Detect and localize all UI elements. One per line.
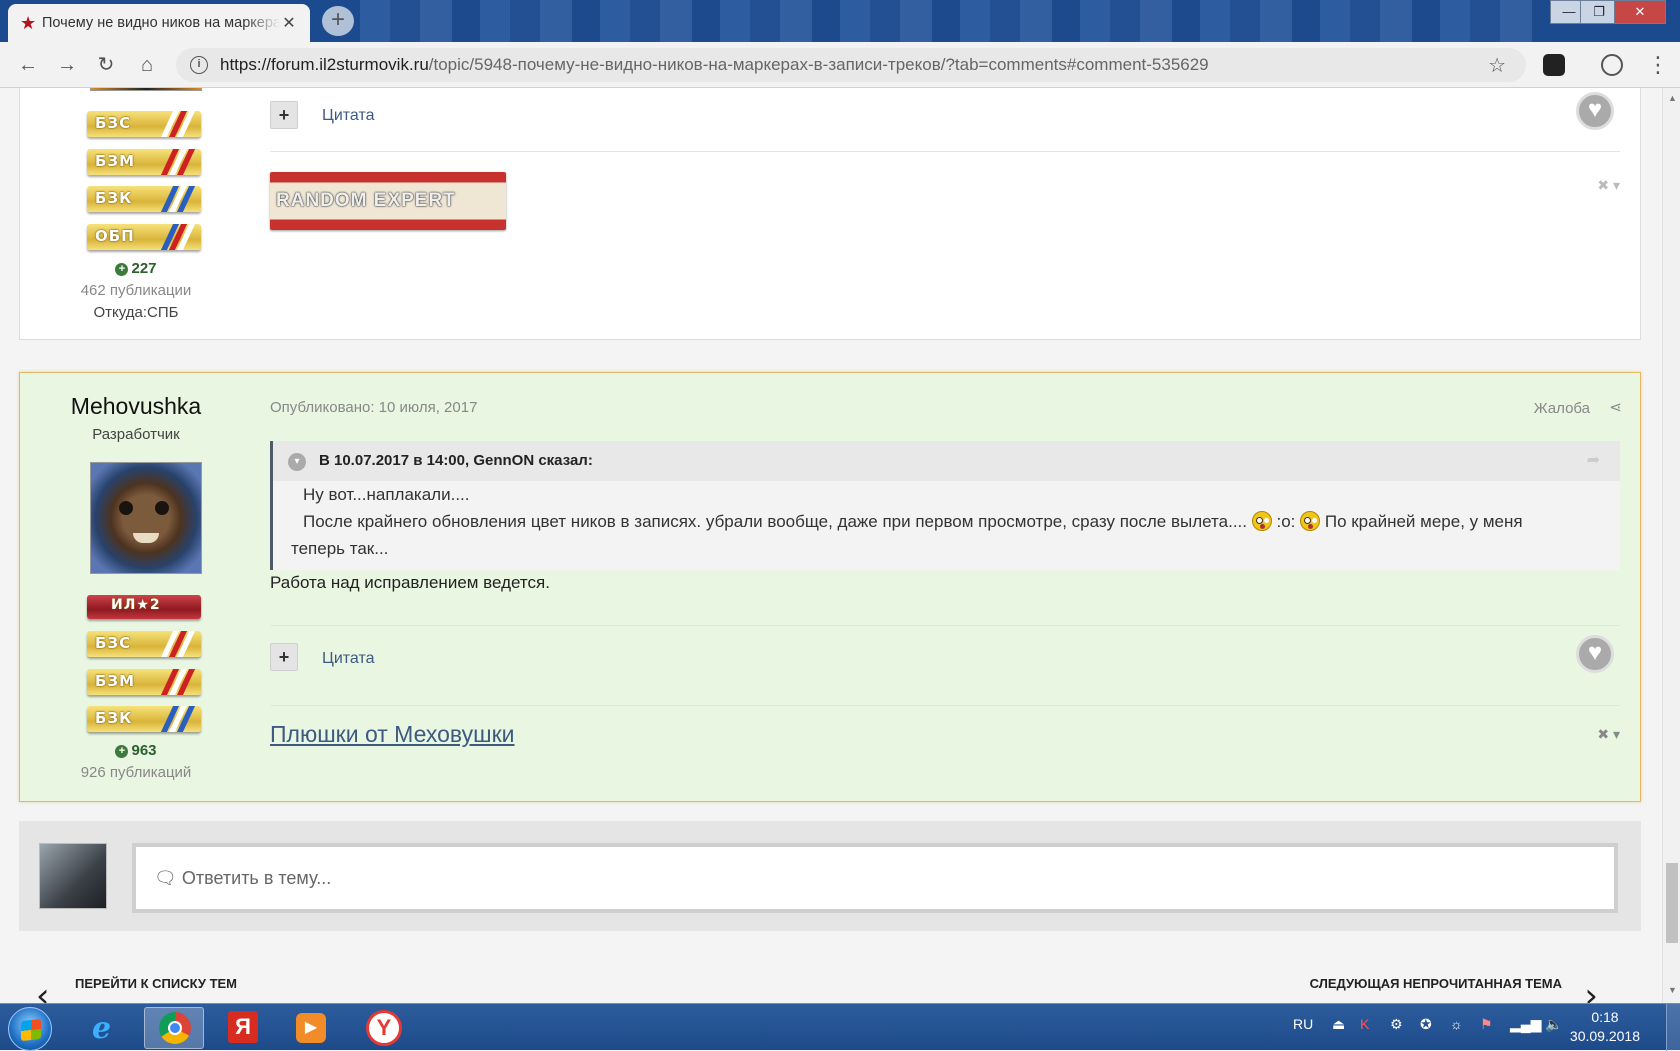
post-body: + Цитата ♥ RANDOM EXPERT ✖ ▾ <box>270 88 1620 341</box>
windows-taskbar: e Я ▶ Y RU ⏏ K ⚙ ✪ ☼ ⚑ ▂▄▆ 🔈 0:18 30.09.… <box>0 1003 1680 1051</box>
steam-tray-icon[interactable]: ⚙ <box>1390 1016 1403 1033</box>
award-ribbon: БЗМ <box>87 669 201 695</box>
show-desktop-button[interactable] <box>1666 1004 1680 1051</box>
chrome-icon[interactable] <box>144 1007 204 1049</box>
tray-icon[interactable]: ☼ <box>1450 1016 1463 1032</box>
scrollbar-thumb[interactable] <box>1666 863 1678 943</box>
plus-circle-icon: + <box>115 263 129 276</box>
avatar-partial <box>90 88 202 91</box>
signature-banner-text: RANDOM EXPERT <box>276 190 456 211</box>
back-arrow-icon[interactable]: ← <box>14 51 42 79</box>
award-ribbon: БЗМ <box>87 149 201 175</box>
forward-arrow-icon[interactable]: → <box>53 51 81 79</box>
browser-tab[interactable]: ★ Почему не видно ников на маркерах в за… <box>8 4 310 42</box>
quote-link[interactable]: Цитата <box>322 650 375 668</box>
author-role: Разработчик <box>92 426 180 443</box>
forum-post-highlighted: Mehovushka Разработчик ИЛ★2 БЗС БЗМ БЗК … <box>19 372 1641 802</box>
signature-link[interactable]: Плюшки от Меховушки <box>270 721 514 748</box>
award-ribbon: ИЛ★2 <box>87 595 201 619</box>
author-avatar[interactable] <box>90 462 202 574</box>
reload-icon[interactable]: ↻ <box>92 51 120 79</box>
multiquote-plus-button[interactable]: + <box>270 101 298 129</box>
window-close-button[interactable]: ✕ <box>1614 0 1666 24</box>
profile-icon[interactable] <box>1601 54 1623 76</box>
award-ribbon: БЗК <box>87 706 201 732</box>
maximize-button[interactable]: ❐ <box>1580 0 1618 24</box>
volume-icon[interactable]: 🔈 <box>1545 1016 1562 1033</box>
current-user-avatar <box>39 843 107 909</box>
bookmark-star-icon[interactable]: ☆ <box>1488 53 1506 78</box>
forum-post-previous: БЗС БЗМ БЗК ОБП +227 462 публикации Отку… <box>19 88 1641 340</box>
yandex-icon[interactable]: Y <box>352 1007 412 1049</box>
url-text[interactable]: https://forum.il2sturmovik.ru/topic/5948… <box>220 55 1209 75</box>
internet-explorer-icon[interactable]: e <box>76 1007 136 1049</box>
reply-input[interactable]: 🗨 Ответить в тему... <box>132 843 1618 913</box>
user-location: Откуда:СПБ <box>93 304 179 321</box>
start-button[interactable] <box>8 1007 52 1051</box>
signature-banner: RANDOM EXPERT <box>270 172 506 230</box>
url-path: /topic/5948-почему-не-видно-ников-на-мар… <box>428 55 1209 74</box>
next-unread-topic-link[interactable]: СЛЕДУЮЩАЯ НЕПРОЧИТАННАЯ ТЕМА <box>1310 976 1562 991</box>
post-count: 926 публикаций <box>80 764 192 781</box>
plus-circle-icon: + <box>115 745 129 758</box>
post-count: 462 публикации <box>80 282 192 299</box>
post-actions: + Цитата ♥ Плюшки от Меховушки ✖ ▾ <box>270 373 1620 803</box>
address-bar[interactable]: i https://forum.il2sturmovik.ru/topic/59… <box>176 48 1526 82</box>
award-ribbon: БЗК <box>87 186 201 212</box>
award-ribbon: ОБП <box>87 224 201 250</box>
system-clock[interactable]: 0:18 30.09.2018 <box>1570 1008 1640 1046</box>
award-ribbon: БЗС <box>87 631 201 657</box>
reputation-score: +227 <box>20 260 252 277</box>
menu-dots-icon[interactable]: ⋮ <box>1644 51 1672 79</box>
chevron-left-icon[interactable]: ‹ <box>36 976 50 1003</box>
reply-area: 🗨 Ответить в тему... <box>19 821 1641 931</box>
tab-title: Почему не видно ников на маркерах в запи… <box>42 15 280 31</box>
speech-bubble-icon: 🗨 <box>154 868 177 888</box>
reply-placeholder: Ответить в тему... <box>181 868 332 888</box>
forum-page: БЗС БЗМ БЗК ОБП +227 462 публикации Отку… <box>0 88 1662 1003</box>
signature-options-icon[interactable]: ✖ ▾ <box>1597 726 1620 743</box>
signature-divider <box>270 151 1620 152</box>
kaspersky-tray-icon[interactable]: K <box>1360 1016 1369 1032</box>
browser-toolbar: ← → ↻ ⌂ i https://forum.il2sturmovik.ru/… <box>0 42 1680 88</box>
desktop-background <box>360 0 1540 42</box>
usb-tray-icon[interactable]: ⏏ <box>1332 1016 1345 1033</box>
network-signal-icon[interactable]: ▂▄▆ <box>1510 1016 1541 1033</box>
site-info-icon[interactable]: i <box>190 56 208 74</box>
like-heart-button[interactable]: ♥ <box>1576 92 1614 130</box>
tab-close-icon[interactable]: ✕ <box>280 13 298 33</box>
quote-link[interactable]: Цитата <box>322 107 375 125</box>
signature-divider <box>270 705 1620 706</box>
language-indicator[interactable]: RU <box>1293 1016 1313 1032</box>
back-to-topics-link[interactable]: ПЕРЕЙТИ К СПИСКУ ТЕМ <box>75 976 237 991</box>
page-scrollbar[interactable]: ▲ ▼ <box>1662 88 1680 1003</box>
reputation-score: +963 <box>20 742 252 759</box>
author-name[interactable]: Mehovushka <box>20 393 252 420</box>
url-host: https://forum.il2sturmovik.ru <box>220 55 429 74</box>
signature-options-icon[interactable]: ✖ ▾ <box>1597 177 1620 194</box>
new-tab-button[interactable]: + <box>322 6 354 36</box>
clock-time: 0:18 <box>1591 1009 1619 1025</box>
home-icon[interactable]: ⌂ <box>133 51 161 79</box>
like-heart-button[interactable]: ♥ <box>1576 635 1614 673</box>
notification-flag-icon[interactable]: ⚑ <box>1480 1016 1493 1033</box>
extension-icon[interactable] <box>1543 54 1565 76</box>
clock-date: 30.09.2018 <box>1569 1028 1640 1044</box>
app-tray-icon[interactable]: ✪ <box>1420 1016 1432 1033</box>
actions-divider <box>270 625 1620 626</box>
star-favicon-icon: ★ <box>20 12 37 33</box>
media-player-icon[interactable]: ▶ <box>280 1007 340 1049</box>
scroll-down-icon[interactable]: ▼ <box>1668 985 1677 995</box>
award-ribbon: БЗС <box>87 111 201 137</box>
yandex-browser-icon[interactable]: Я <box>212 1007 272 1049</box>
multiquote-plus-button[interactable]: + <box>270 643 298 671</box>
scroll-up-icon[interactable]: ▲ <box>1668 93 1677 103</box>
chevron-right-icon[interactable]: › <box>1584 976 1598 1003</box>
browser-tab-bar: ★ Почему не видно ников на маркерах в за… <box>0 0 1680 42</box>
